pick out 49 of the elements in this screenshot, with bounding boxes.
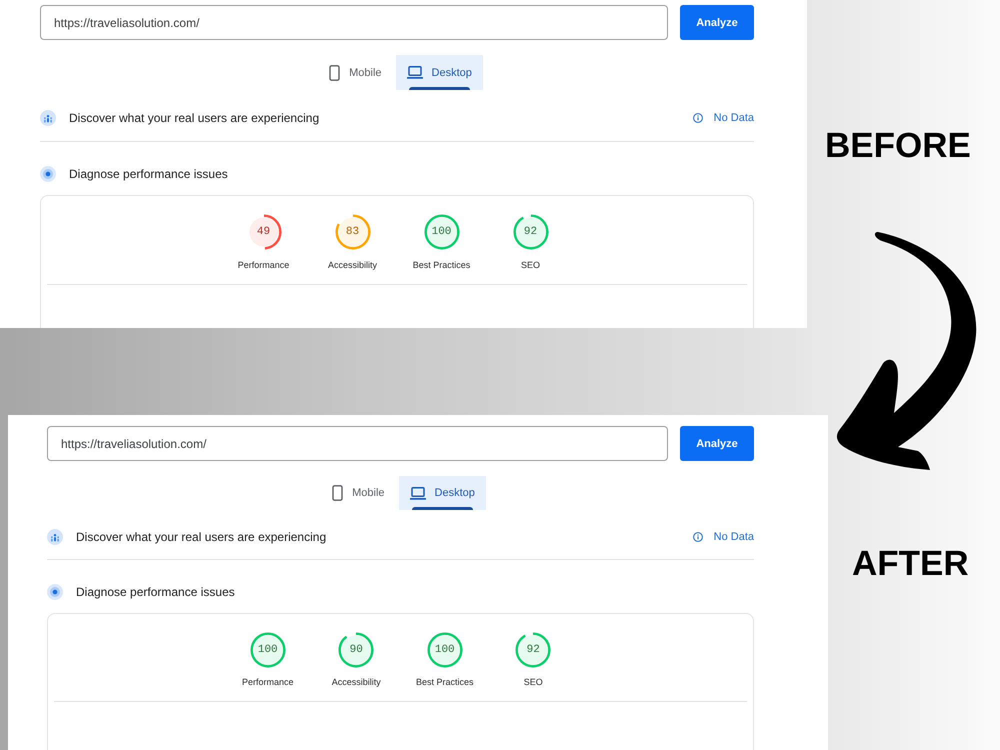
score-label: Best Practices	[416, 676, 474, 688]
score-value: 83	[346, 226, 360, 238]
device-tab[interactable]: Mobile	[318, 55, 393, 90]
score-label: SEO	[520, 259, 540, 271]
section-title: Diagnose performance issues	[69, 167, 228, 181]
url-input[interactable]: https://traveliasolution.com/	[40, 5, 668, 40]
url-input[interactable]: https://traveliasolution.com/	[47, 426, 668, 461]
score-gauge	[512, 214, 548, 250]
score-label: Accessibility	[328, 259, 377, 271]
users-icon	[40, 110, 56, 126]
diagnose-icon	[47, 584, 63, 600]
score-gauge	[338, 632, 374, 668]
comparison-label: AFTER	[852, 546, 969, 581]
info-icon	[692, 113, 703, 123]
score-gauge	[424, 214, 460, 250]
analyze-button[interactable]: Analyze	[680, 426, 754, 461]
score-label: Best Practices	[412, 259, 470, 271]
phone-icon	[332, 485, 344, 501]
score-gauge	[334, 214, 370, 250]
no-data-status: No Data	[714, 112, 754, 124]
score-label: Accessibility	[332, 676, 381, 688]
comparison-label: BEFORE	[825, 128, 971, 163]
score-label: Performance	[238, 259, 290, 271]
device-tab[interactable]: Desktop	[396, 55, 483, 90]
device-tab[interactable]: Mobile	[321, 476, 396, 510]
no-data-status: No Data	[714, 531, 754, 543]
score-value: 92	[524, 226, 538, 238]
score-value: 90	[350, 644, 363, 656]
score-label: SEO	[524, 676, 543, 688]
score-label: Performance	[242, 676, 294, 688]
phone-icon	[329, 64, 340, 80]
score-value: 100	[434, 644, 455, 656]
score-value: 49	[256, 226, 270, 238]
analyze-button[interactable]: Analyze	[680, 5, 754, 40]
score-gauge	[515, 632, 552, 668]
laptop-icon	[410, 486, 426, 500]
score-gauge	[426, 632, 463, 668]
section-title: Discover what your real users are experiencing	[69, 111, 320, 125]
score-value: 100	[258, 644, 278, 656]
users-icon	[47, 529, 63, 545]
device-tab[interactable]: Desktop	[398, 476, 486, 510]
score-value: 92	[526, 644, 540, 656]
score-gauge	[250, 632, 286, 668]
laptop-icon	[406, 66, 423, 79]
info-icon	[692, 532, 703, 542]
score-value: 100	[432, 226, 452, 238]
diagnose-icon	[40, 166, 56, 182]
section-title: Diagnose performance issues	[76, 585, 235, 599]
section-title: Discover what your real users are experiencing	[76, 530, 326, 544]
